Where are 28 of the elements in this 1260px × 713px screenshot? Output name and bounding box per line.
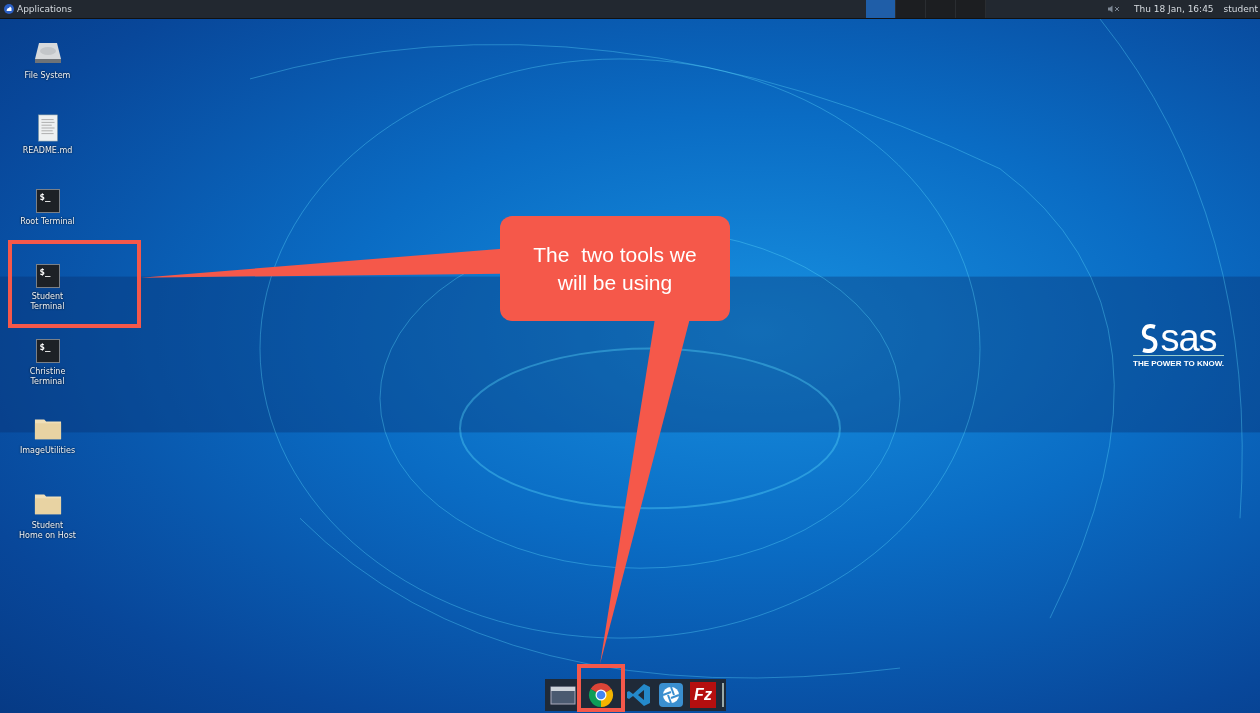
aperture-icon bbox=[658, 682, 684, 708]
desktop-icon[interactable]: ImageUtilities bbox=[0, 412, 95, 487]
workspace-button[interactable] bbox=[865, 0, 896, 18]
user-menu[interactable]: student bbox=[1223, 4, 1258, 14]
terminal-icon: $_ bbox=[35, 189, 60, 213]
icon-label: Student Terminal bbox=[30, 292, 65, 312]
volume-icon[interactable] bbox=[1107, 5, 1122, 13]
browser-icon bbox=[588, 682, 614, 708]
terminal-icon: $_ bbox=[35, 339, 60, 363]
logo-tagline: THE POWER TO KNOW. bbox=[1133, 355, 1224, 368]
icon-label: Student Home on Host bbox=[19, 521, 76, 541]
icon-label: ImageUtilities bbox=[19, 446, 76, 456]
icon-label: README.md bbox=[22, 146, 73, 156]
code-editor-icon bbox=[626, 682, 652, 708]
desktop-icon[interactable]: README.md bbox=[0, 112, 95, 187]
desktop-icon[interactable]: $_ Root Terminal bbox=[0, 187, 95, 262]
callout-bubble: The two tools we will be using bbox=[500, 216, 730, 321]
terminal-icon: $_ bbox=[35, 264, 60, 288]
desktop-icon[interactable]: Student Home on Host bbox=[0, 487, 95, 562]
desktop-icon[interactable]: File System bbox=[0, 37, 95, 112]
app-menu-icon bbox=[4, 4, 14, 14]
desktop-icon[interactable]: $_ Christine Terminal bbox=[0, 337, 95, 412]
clock[interactable]: Thu 18 Jan, 16:45 bbox=[1133, 4, 1214, 14]
logo-wordmark: sas bbox=[1160, 321, 1217, 355]
icon-label: Root Terminal bbox=[20, 217, 75, 227]
icon-label: File System bbox=[24, 71, 71, 81]
icon-label: Christine Terminal bbox=[29, 367, 66, 387]
applications-menu[interactable]: Applications bbox=[0, 0, 76, 18]
